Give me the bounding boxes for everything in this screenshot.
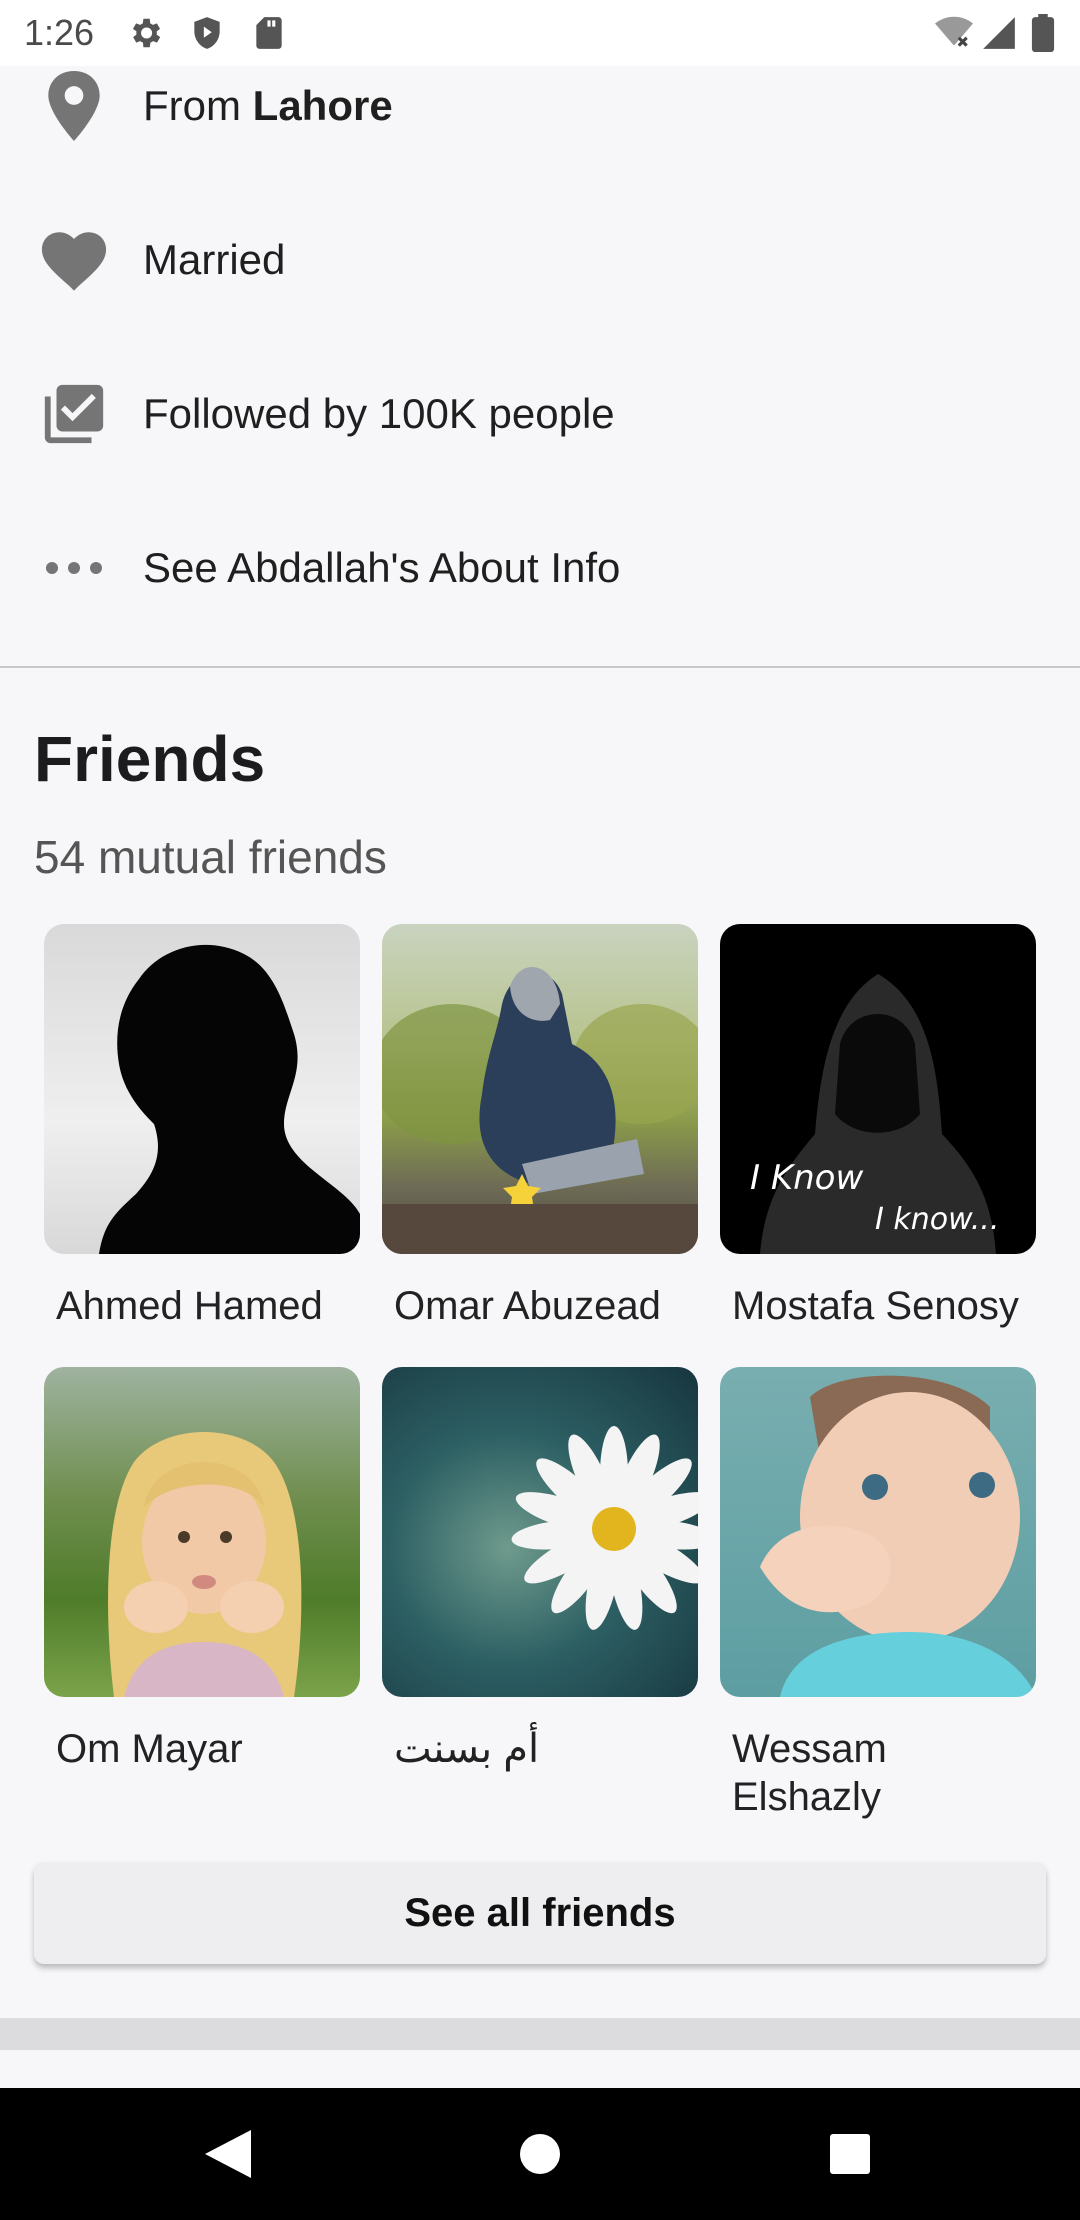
friend-name[interactable]: Ahmed Hamed <box>44 1282 360 1330</box>
location-pin-icon <box>36 68 112 144</box>
info-row-about[interactable]: See Abdallah's About Info <box>0 514 1080 624</box>
gear-icon <box>126 14 164 52</box>
heart-icon <box>36 222 112 298</box>
mutual-friends-count: 54 mutual friends <box>34 831 387 883</box>
recents-icon[interactable] <box>780 2088 920 2220</box>
followers-text: Followed by 100K people <box>143 390 615 437</box>
friend-name[interactable]: Wessam Elshazly <box>720 1725 1036 1821</box>
signal-icon <box>980 14 1018 52</box>
friend-card-5[interactable]: أم بسنت <box>382 1367 698 1773</box>
friend-card-3[interactable]: I Know I know... Mostafa Senosy <box>720 924 1036 1330</box>
more-dots-icon <box>36 530 112 606</box>
friend-photo[interactable]: I Know I know... <box>720 924 1036 1254</box>
friend-name[interactable]: Omar Abuzead <box>382 1282 698 1330</box>
friend-photo[interactable] <box>44 1367 360 1697</box>
checkbox-stack-icon <box>36 376 112 452</box>
friend-photo[interactable] <box>382 1367 698 1697</box>
home-icon[interactable] <box>470 2088 610 2220</box>
battery-icon <box>1030 14 1056 53</box>
relationship-text: Married <box>143 236 286 283</box>
photo-caption-2: I know... <box>875 1202 999 1237</box>
info-row-relationship: Married <box>0 206 1080 316</box>
friend-card-1[interactable]: Ahmed Hamed <box>44 924 360 1330</box>
info-row-hometown: From Lahore <box>0 52 1080 162</box>
see-all-friends-button[interactable]: See all friends <box>34 1862 1046 1964</box>
status-time: 1:26 <box>24 12 95 53</box>
friend-name[interactable]: Mostafa Senosy <box>720 1282 1036 1330</box>
friend-card-4[interactable]: Om Mayar <box>44 1367 360 1773</box>
about-link[interactable]: See Abdallah's About Info <box>143 544 620 592</box>
sd-card-icon <box>250 14 288 52</box>
friend-name[interactable]: Om Mayar <box>44 1725 360 1773</box>
section-divider <box>0 666 1080 668</box>
hometown-text: From Lahore <box>143 82 393 129</box>
friend-name[interactable]: أم بسنت <box>382 1725 698 1773</box>
navigation-bar <box>0 2088 1080 2220</box>
friend-photo[interactable] <box>720 1367 1036 1697</box>
friend-card-6[interactable]: Wessam Elshazly <box>720 1367 1036 1821</box>
info-row-followers: Followed by 100K people <box>0 360 1080 470</box>
shield-play-icon <box>188 14 226 52</box>
friend-photo[interactable] <box>382 924 698 1254</box>
friends-title: Friends <box>34 723 266 795</box>
friend-photo[interactable] <box>44 924 360 1254</box>
friend-card-2[interactable]: Omar Abuzead <box>382 924 698 1330</box>
section-separator <box>0 2018 1080 2050</box>
back-icon[interactable] <box>158 2088 298 2220</box>
wifi-off-icon <box>934 14 973 52</box>
photo-caption-1: I Know <box>750 1158 863 1198</box>
